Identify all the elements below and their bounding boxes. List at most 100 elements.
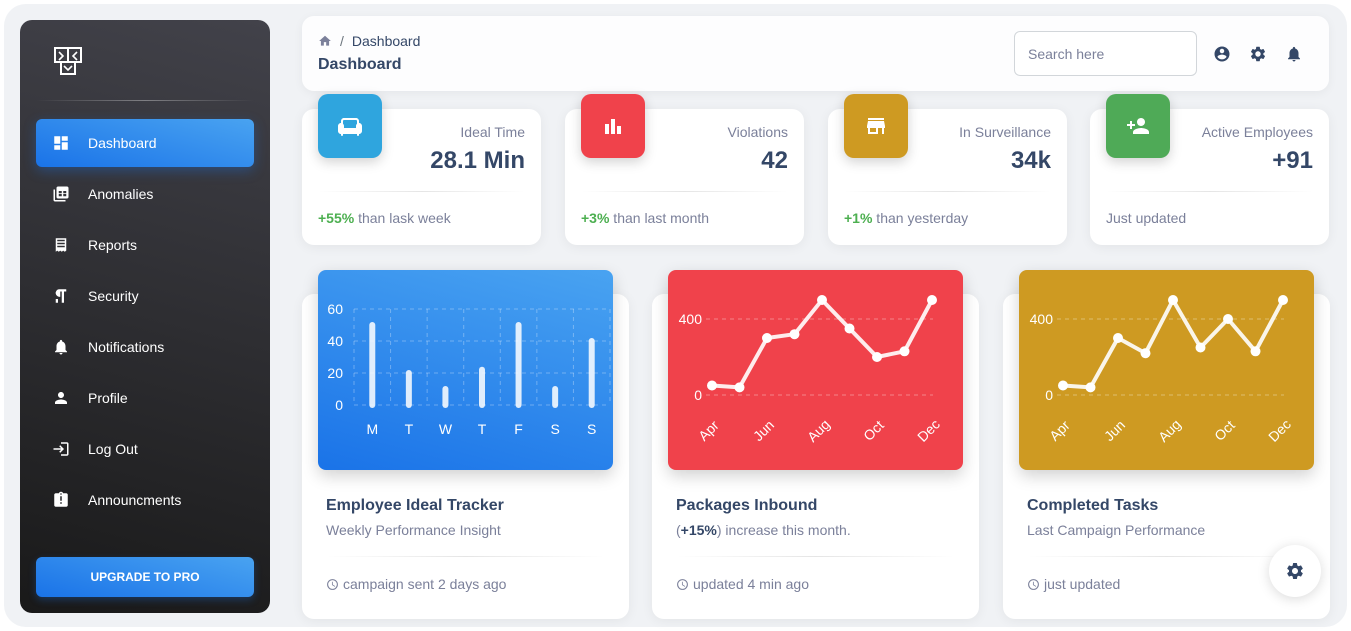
store-icon	[867, 118, 885, 134]
sofa-icon	[338, 118, 362, 136]
card-footer: updated 4 min ago	[676, 576, 809, 592]
person-add-icon	[1127, 118, 1149, 134]
data-point	[817, 295, 827, 305]
data-point	[707, 380, 717, 391]
data-point	[1113, 333, 1123, 343]
sidebar-item-profile[interactable]: Profile	[36, 374, 254, 422]
sidebar-item-anomalies[interactable]: Anomalies	[36, 170, 254, 218]
bell-icon	[55, 339, 67, 355]
series-line	[711, 298, 934, 390]
line-chart: 0 400 Apr Jun Aug Oct Dec	[1019, 270, 1314, 470]
sidebar-item-label: Notifications	[88, 339, 165, 355]
y-tick-label: 0	[1045, 387, 1053, 403]
stat-footer: +3% than last month	[581, 210, 709, 226]
sidebar-item-label: Reports	[88, 237, 138, 253]
stat-note: Just updated	[1106, 210, 1187, 226]
subtitle-highlight: +15%	[680, 522, 717, 538]
search-input[interactable]	[1014, 31, 1197, 76]
x-tick-label: T	[478, 421, 487, 437]
home-icon[interactable]	[318, 34, 332, 48]
sidebar-item-dashboard[interactable]: Dashboard	[36, 119, 254, 167]
card-footer: campaign sent 2 days ago	[326, 576, 506, 592]
x-tick-label: W	[439, 421, 453, 437]
bar-chart-svg: 0 20 40 60 M T W T F S S	[327, 301, 611, 437]
y-tick-label: 40	[327, 333, 343, 349]
stat-label: Active Employees	[1201, 124, 1313, 140]
sidebar-item-reports[interactable]: Reports	[36, 221, 254, 269]
x-tick-label: F	[514, 421, 523, 437]
x-tick-label: Dec	[1265, 416, 1294, 445]
y-tick-label: 0	[694, 387, 702, 403]
sidebar-item-log-out[interactable]: Log Out	[36, 425, 254, 473]
breadcrumb-current: Dashboard	[351, 33, 421, 49]
stat-footer: Just updated	[1106, 210, 1186, 226]
y-tick-label: 0	[335, 397, 343, 413]
breadcrumb-separator: /	[340, 33, 344, 49]
configurator-button[interactable]	[1269, 545, 1321, 597]
sidebar-item-security[interactable]: Security	[36, 272, 254, 320]
stat-divider	[1106, 191, 1313, 192]
data-point	[1223, 314, 1233, 324]
x-tick-label: Aug	[1155, 416, 1184, 445]
card-divider	[326, 556, 605, 557]
x-tick-label: S	[550, 421, 559, 437]
data-point	[872, 352, 882, 362]
stat-divider	[318, 191, 525, 192]
stat-value: +91	[1272, 147, 1313, 174]
dashboard-icon	[54, 136, 68, 150]
subtitle-suffix: ) increase this month.	[716, 522, 851, 538]
security-icon	[55, 289, 67, 303]
notifications-icon[interactable]	[1285, 45, 1303, 63]
breadcrumb: / Dashboard	[318, 33, 420, 49]
stat-icon-box	[1106, 94, 1170, 158]
stat-icon-box	[581, 94, 645, 158]
x-tick-label: Dec	[914, 416, 943, 445]
stat-card-active-employees: Active Employees +91 Just updated	[1090, 94, 1329, 245]
card-subtitle: Last Campaign Performance	[1027, 522, 1206, 538]
settings-icon[interactable]	[1249, 45, 1267, 63]
stat-divider	[844, 191, 1051, 192]
account-icon[interactable]	[1213, 45, 1231, 63]
brand-logo-icon[interactable]	[53, 46, 83, 76]
x-tick-label: Oct	[1211, 417, 1238, 444]
card-divider	[1027, 556, 1306, 557]
stat-note: than lask week	[354, 210, 451, 226]
data-point	[789, 329, 800, 340]
chart-card-packages-inbound: 0 400 Apr Jun Aug Oct Dec Packages Inbound (+1…	[652, 270, 979, 619]
upgrade-button[interactable]: UPGRADE TO PRO	[36, 557, 254, 597]
line-chart-svg: 0 400 Apr Jun Aug Oct Dec	[1030, 295, 1294, 445]
x-tick-label: Apr	[1046, 417, 1073, 444]
x-tick-label: Apr	[695, 417, 722, 444]
y-tick-label: 400	[1030, 311, 1054, 327]
clock-icon	[1028, 578, 1039, 590]
y-tick-label: 20	[327, 365, 343, 381]
anomalies-icon	[53, 186, 69, 202]
receipt-icon	[55, 238, 67, 252]
stat-note: than last month	[609, 210, 710, 226]
logout-icon	[53, 442, 69, 456]
x-tick-label: T	[405, 421, 414, 437]
stat-value: 28.1 Min	[430, 147, 525, 174]
sidebar-item-notifications[interactable]: Notifications	[36, 323, 254, 371]
x-tick-label: M	[366, 421, 378, 437]
sidebar-item-announcements[interactable]: Announcments	[36, 476, 254, 524]
person-icon	[55, 392, 67, 404]
stat-delta: +3%	[581, 210, 610, 226]
stat-value: 42	[761, 147, 788, 174]
data-point	[1195, 342, 1206, 353]
x-tick-label: S	[587, 421, 596, 437]
stat-card-in-surveillance: In Surveillance 34k +1% than yesterday	[828, 94, 1067, 245]
data-point	[734, 382, 745, 393]
sidebar-item-label: Profile	[88, 390, 128, 406]
card-title: Completed Tasks	[1027, 497, 1159, 514]
data-point	[1168, 295, 1178, 305]
data-point	[899, 346, 910, 357]
settings-icon	[1287, 563, 1303, 579]
stat-delta: +1%	[844, 210, 873, 226]
stat-label: In Surveillance	[959, 124, 1051, 140]
line-chart: 0 400 Apr Jun Aug Oct Dec	[668, 270, 963, 470]
card-footer-text: campaign sent 2 days ago	[343, 576, 507, 592]
data-point	[1250, 346, 1261, 357]
x-tick-label: Aug	[804, 416, 833, 445]
sidebar-divider	[36, 100, 254, 101]
